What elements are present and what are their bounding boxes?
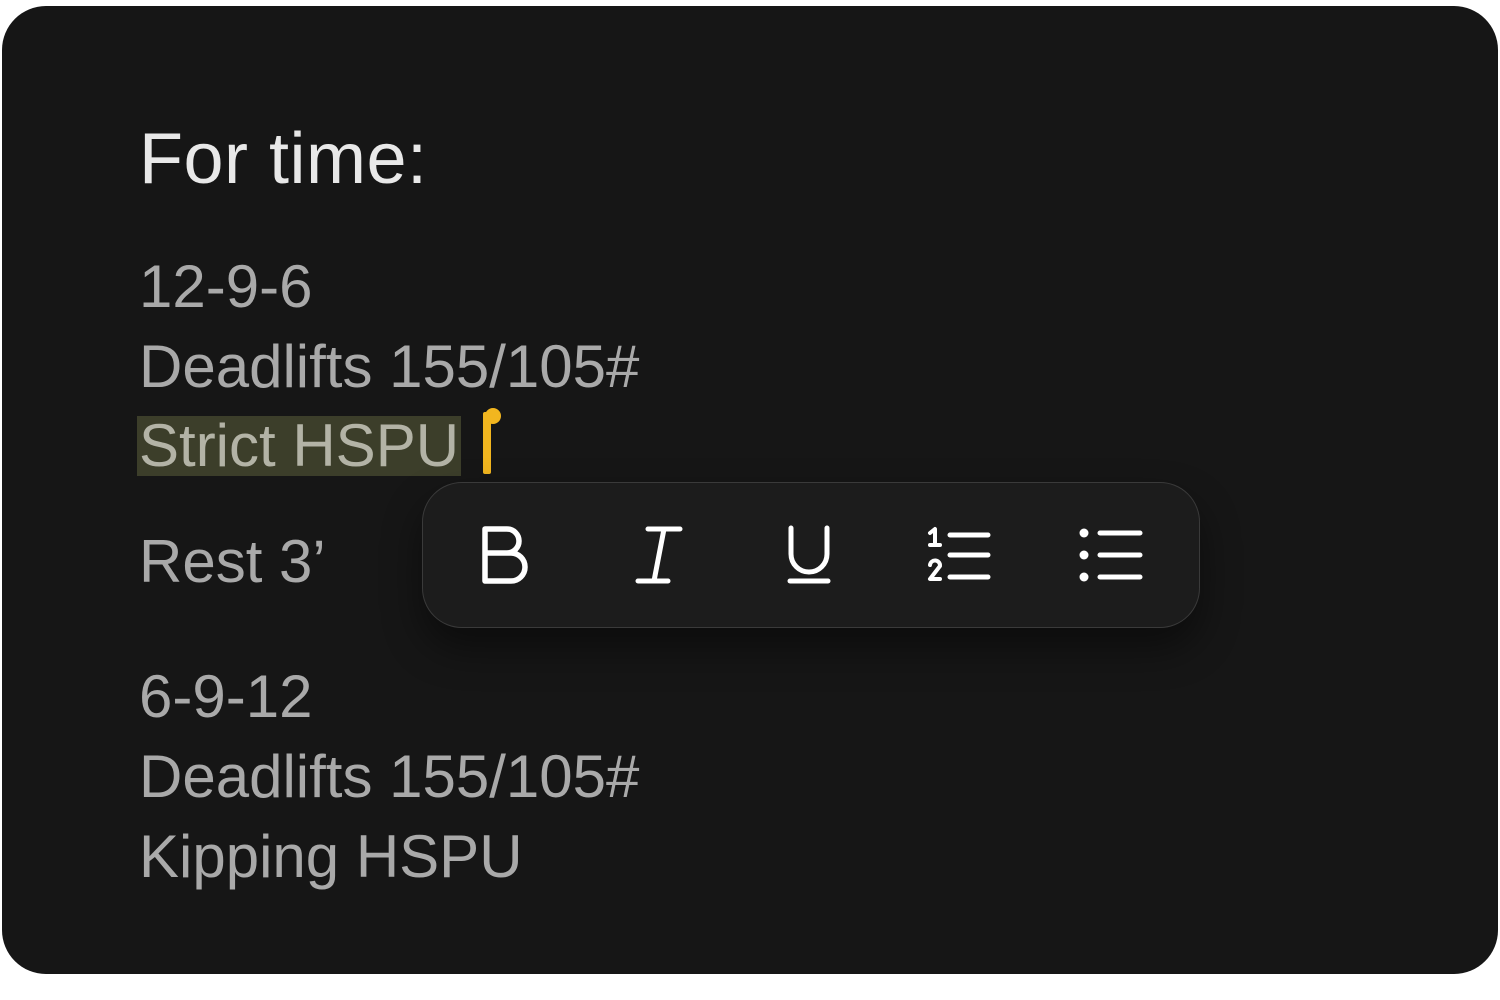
text-line: 6-9-12: [139, 663, 313, 730]
underline-icon: [787, 525, 831, 584]
formatting-toolbar: [422, 482, 1200, 628]
bullet-list-icon: [1079, 528, 1143, 582]
editor-card: For time: 12-9-6 Deadlifts 155/105# Stri…: [2, 6, 1498, 974]
text-line: Deadlifts 155/105#: [139, 743, 640, 810]
bold-icon: [482, 526, 528, 584]
italic-button[interactable]: [619, 519, 699, 591]
selected-text-line: Strict HSPU: [137, 406, 462, 486]
ordered-list-icon: [928, 527, 991, 581]
bold-button[interactable]: [467, 519, 547, 591]
bullet-list-button[interactable]: [1071, 519, 1151, 591]
italic-icon: [635, 526, 683, 584]
text-line: Rest 3’: [139, 528, 326, 595]
selection-caret-knob[interactable]: [485, 408, 501, 424]
text-selection[interactable]: Strict HSPU: [137, 416, 462, 476]
document-title: For time:: [139, 119, 428, 199]
text-line: 12-9-6: [139, 253, 313, 320]
ordered-list-button[interactable]: [919, 519, 999, 591]
text-line: Kipping HSPU: [139, 823, 523, 890]
underline-button[interactable]: [769, 519, 849, 591]
text-line: Deadlifts 155/105#: [139, 333, 640, 400]
